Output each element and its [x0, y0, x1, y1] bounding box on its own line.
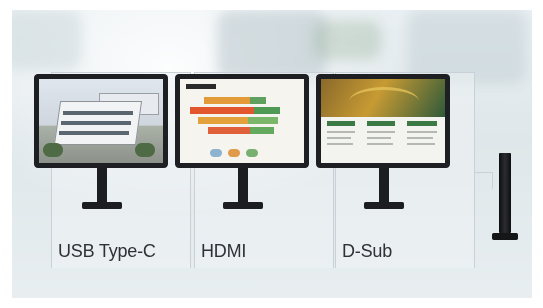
monitor-icon [175, 74, 311, 209]
tower-speaker-icon [492, 153, 518, 240]
port-label: USB Type-C [58, 241, 156, 261]
background-blur [12, 10, 82, 70]
monitor-bezel [175, 74, 309, 168]
monitor-icon [34, 74, 170, 209]
port-label: D-Sub [342, 241, 393, 261]
background-blur [217, 10, 327, 80]
connector-line [474, 172, 493, 189]
product-scene: USB Type-C HDMI D-Sub [12, 10, 532, 298]
image-frame: USB Type-C HDMI D-Sub [0, 0, 543, 308]
monitor-bezel [316, 74, 450, 168]
screen-slide [180, 79, 304, 163]
screen-building [39, 79, 163, 163]
monitor-icon [316, 74, 452, 209]
monitor-bezel [34, 74, 168, 168]
screen-website [321, 79, 445, 163]
port-label: HDMI [201, 241, 247, 261]
background-blur [312, 20, 382, 60]
